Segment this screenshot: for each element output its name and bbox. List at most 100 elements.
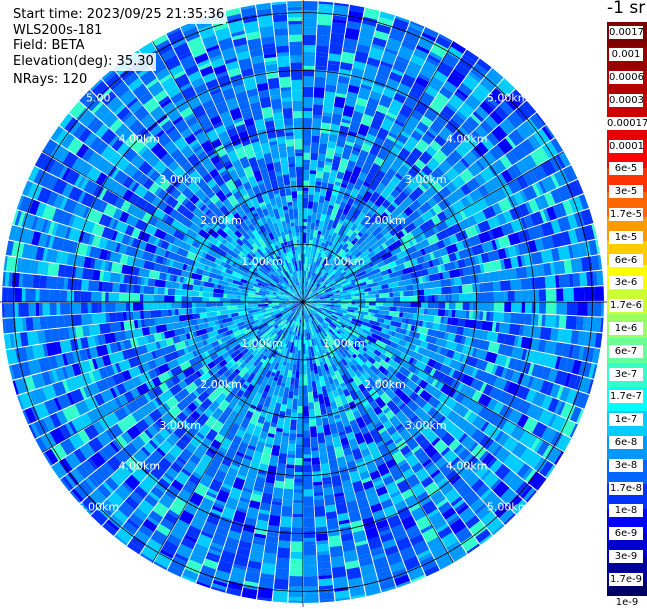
range-bin: [144, 286, 155, 294]
range-bin: [431, 288, 442, 295]
range-bin: [425, 322, 433, 329]
range-bin: [189, 290, 200, 296]
range-bin: [317, 25, 331, 36]
range-bin: [438, 295, 445, 302]
range-bin: [319, 578, 333, 586]
range-bin: [199, 292, 203, 297]
range-bin: [566, 316, 577, 330]
range-bin: [278, 540, 290, 548]
range-bin: [581, 256, 593, 271]
range-bin: [470, 302, 474, 310]
range-bin: [326, 445, 335, 453]
ppi-plot: 1.00km1.00km1.00km1.00km2.00km2.00km2.00…: [0, 0, 647, 607]
range-bin: [313, 115, 322, 119]
range-bin: [121, 264, 133, 274]
range-bin: [303, 233, 306, 244]
range-bin: [140, 294, 144, 302]
range-bin: [295, 465, 303, 472]
range-bin: [328, 416, 335, 424]
range-bin: [150, 310, 161, 318]
range-bin: [308, 208, 313, 215]
range-bin: [403, 291, 410, 297]
range-bin: [428, 302, 435, 308]
range-bin: [522, 290, 529, 301]
range-bin: [171, 302, 182, 309]
range-bin: [303, 187, 309, 191]
range-bin: [407, 308, 418, 314]
range-bin: [303, 97, 313, 108]
range-bin: [157, 287, 165, 294]
range-bin: [451, 318, 459, 326]
range-bin: [325, 435, 333, 443]
range-bin: [286, 362, 290, 366]
range-bin: [462, 284, 473, 293]
range-bin: [27, 331, 39, 346]
range-bin: [358, 296, 365, 299]
range-bin: [105, 292, 109, 302]
range-bin: [237, 295, 241, 298]
range-bin: [314, 499, 324, 507]
range-bin: [195, 302, 206, 307]
range-bin: [307, 215, 312, 222]
range-bin: [144, 318, 155, 327]
range-bin: [104, 333, 116, 344]
range-bin: [303, 76, 314, 87]
range-bin: [304, 489, 314, 496]
range-bin: [331, 22, 346, 34]
range-bin: [268, 426, 276, 434]
range-bin: [217, 311, 221, 316]
range-bin: [110, 322, 122, 333]
range-bin: [91, 303, 98, 313]
range-bin: [321, 463, 331, 474]
range-bin: [303, 28, 316, 35]
range-bin: [303, 219, 307, 223]
range-bin: [483, 292, 494, 301]
range-bin: [376, 294, 380, 298]
range-bin: [81, 280, 89, 291]
range-bin: [310, 426, 317, 437]
range-bin: [293, 514, 304, 518]
range-bin: [456, 326, 464, 335]
range-bin: [521, 278, 532, 290]
range-bin: [546, 302, 557, 314]
range-bin: [305, 260, 307, 264]
range-bin: [110, 272, 122, 283]
range-bin: [571, 258, 583, 273]
range-bin: [463, 328, 471, 337]
range-bin: [303, 170, 309, 181]
range-bin: [53, 290, 60, 302]
range-bin: [303, 160, 310, 164]
range-bin: [303, 111, 312, 118]
range-bin: [525, 302, 532, 313]
range-bin: [308, 201, 313, 208]
range-bin: [231, 309, 238, 313]
range-bin: [317, 35, 331, 46]
range-bin: [92, 313, 103, 324]
range-bin: [40, 316, 48, 329]
range-bin: [312, 457, 320, 465]
range-bin: [433, 316, 441, 323]
range-bin: [393, 297, 400, 302]
range-bin: [303, 1, 318, 11]
range-bin: [546, 289, 557, 301]
range-bin: [269, 515, 281, 527]
range-bin: [88, 303, 92, 314]
range-bin: [12, 273, 20, 288]
range-bin: [408, 319, 416, 326]
range-bin: [317, 426, 324, 434]
range-bin: [326, 148, 335, 160]
range-bin: [143, 303, 154, 311]
range-bin: [168, 288, 176, 295]
range-bin: [186, 314, 194, 321]
range-bin: [22, 274, 33, 288]
range-bin: [464, 319, 475, 328]
range-bin: [306, 357, 309, 361]
range-bin: [307, 368, 311, 375]
range-bin: [81, 291, 92, 302]
range-bin: [119, 293, 130, 302]
range-bin: [313, 395, 318, 399]
range-bin: [399, 312, 403, 317]
range-bin: [303, 49, 315, 53]
range-bin: [148, 278, 156, 286]
range-bin: [524, 314, 532, 326]
